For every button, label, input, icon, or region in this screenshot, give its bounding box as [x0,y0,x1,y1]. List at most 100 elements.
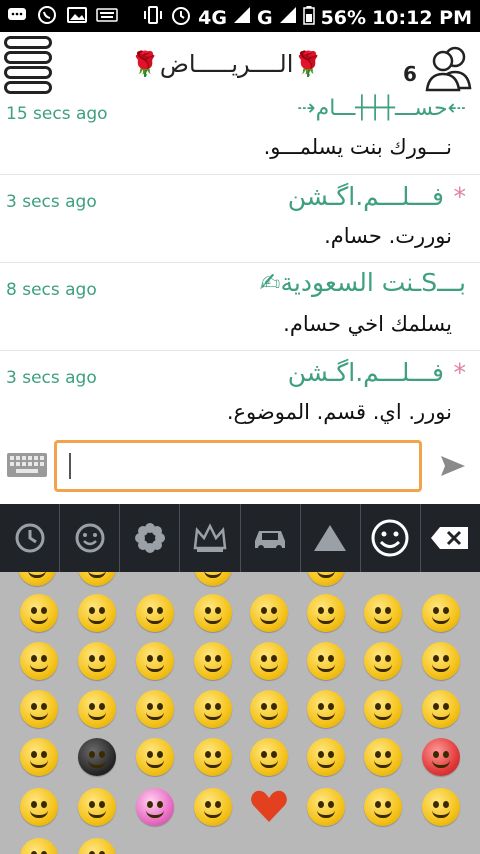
emoji-icon[interactable] [136,738,174,776]
emoji-icon[interactable] [307,594,345,632]
smiley-outline-tab-icon[interactable] [60,504,121,572]
star-badge: * [453,182,467,211]
menu-button[interactable] [4,36,58,94]
emoji-icon[interactable] [20,788,58,826]
message-item[interactable]: 8 secs ago بـــSـنت السعودية✍ يسلمك اخي … [0,262,480,351]
emoji-icon[interactable] [136,690,174,728]
menu-bar [4,36,52,49]
message-time: 3 secs ago [6,368,97,388]
menu-bar [4,51,52,64]
signal-icon [233,6,251,29]
flower-tab-icon[interactable] [120,504,181,572]
alarm-icon [170,4,192,31]
text-caret [69,453,71,479]
chat-bubble-icon [6,5,28,25]
emoji-icon[interactable] [78,788,116,826]
emoji-icon[interactable] [78,838,116,854]
emoji-icon[interactable] [364,738,402,776]
emoji-icon[interactable] [194,738,232,776]
emoji-icon[interactable] [78,594,116,632]
emoji-icon[interactable] [307,738,345,776]
emoji-icon[interactable] [422,690,460,728]
star-badge: * [453,358,467,387]
emoji-icon[interactable] [20,738,58,776]
emoji-icon[interactable] [20,690,58,728]
emoji-icon[interactable] [20,642,58,680]
emoji-icon[interactable] [250,594,288,632]
emoji-icon[interactable] [422,594,460,632]
emoji-icon[interactable] [250,642,288,680]
triangle-tab-icon[interactable] [301,504,361,572]
users-icon[interactable] [424,42,474,92]
whatsapp-icon [36,5,58,25]
emoji-icon[interactable] [18,572,56,586]
emoji-icon[interactable] [250,738,288,776]
message-sender: فـــلـــم.اگـشن [287,358,444,387]
network-type: 4G [198,6,227,29]
emoji-icon[interactable] [78,690,116,728]
emoji-category-tabs [0,504,480,572]
emoji-icon[interactable] [78,572,116,586]
message-input[interactable] [54,440,422,492]
message-time: 8 secs ago [6,280,97,300]
menu-bar [4,66,52,79]
users-count: 6 [403,62,417,86]
emoji-icon[interactable] [307,572,345,586]
network-type-2: G [256,6,273,29]
message-item[interactable]: 15 secs ago ⇠حســـ┼┼┼ـــام⇢ نـــورك بنت … [0,96,480,175]
emoji-icon[interactable] [307,690,345,728]
car-tab-icon[interactable] [241,504,301,572]
emoji-icon[interactable] [364,642,402,680]
message-text: نوررت. حسام. [324,224,452,248]
backspace-icon[interactable] [421,504,480,572]
emoji-icon[interactable] [422,642,460,680]
recent-tab-icon[interactable] [0,504,61,572]
emoji-icon[interactable] [307,642,345,680]
ninja-emoji-icon[interactable] [78,738,116,776]
vibrate-icon [142,5,164,30]
emoji-icon[interactable] [194,594,232,632]
message-text: نورر. اي. قسم. الموضوع. [226,400,452,424]
crown-tab-icon[interactable] [180,504,241,572]
heart-icon[interactable] [250,788,288,826]
emoji-icon[interactable] [364,594,402,632]
emoji-grid [0,572,480,854]
battery-icon [302,5,315,30]
keyboard-icon[interactable] [6,452,48,478]
signal-icon-2 [279,6,297,29]
message-sender: بـــSـنت السعودية✍ [259,268,466,297]
message-text: يسلمك اخي حسام. [283,312,452,336]
message-time: 3 secs ago [6,192,97,212]
emoji-icon[interactable] [20,594,58,632]
menu-bar [4,81,52,94]
send-icon[interactable] [440,455,466,477]
message-item[interactable]: 3 secs ago فـــلـــم.اگـشن * نورر. اي. ق… [0,350,480,436]
emoji-icon[interactable] [20,838,58,854]
message-sender: فـــلـــم.اگـشن [287,182,444,211]
clock: 10:12 PM [372,6,472,29]
status-bar: 4G G 56% 10:12 PM [0,0,480,32]
message-time: 15 secs ago [6,104,108,124]
message-text: نـــورك بنت يسلمـــو. [263,135,452,159]
emoji-icon[interactable] [78,642,116,680]
emoji-icon[interactable] [194,788,232,826]
angry-emoji-icon[interactable] [422,738,460,776]
emoji-icon[interactable] [194,642,232,680]
message-item[interactable]: 3 secs ago فـــلـــم.اگـشن * نوررت. حسام… [0,174,480,263]
baby-emoji-icon[interactable] [136,788,174,826]
battery-percent: 56% [320,6,367,29]
smiley-active-tab-icon[interactable] [361,504,421,572]
emoji-icon[interactable] [250,690,288,728]
emoji-icon[interactable] [364,788,402,826]
emoji-icon[interactable] [136,642,174,680]
chat-header: 🌹الــــريـــــاض🌹 6 [0,32,480,100]
emoji-icon[interactable] [194,572,232,586]
cat-emoji-icon[interactable] [307,788,345,826]
image-icon [66,5,88,25]
message-sender: ⇠حســـ┼┼┼ـــام⇢ [297,96,466,121]
keyboard-status-icon [96,5,118,25]
emoji-icon[interactable] [194,690,232,728]
emoji-icon[interactable] [136,594,174,632]
emoji-icon[interactable] [422,788,460,826]
emoji-icon[interactable] [364,690,402,728]
